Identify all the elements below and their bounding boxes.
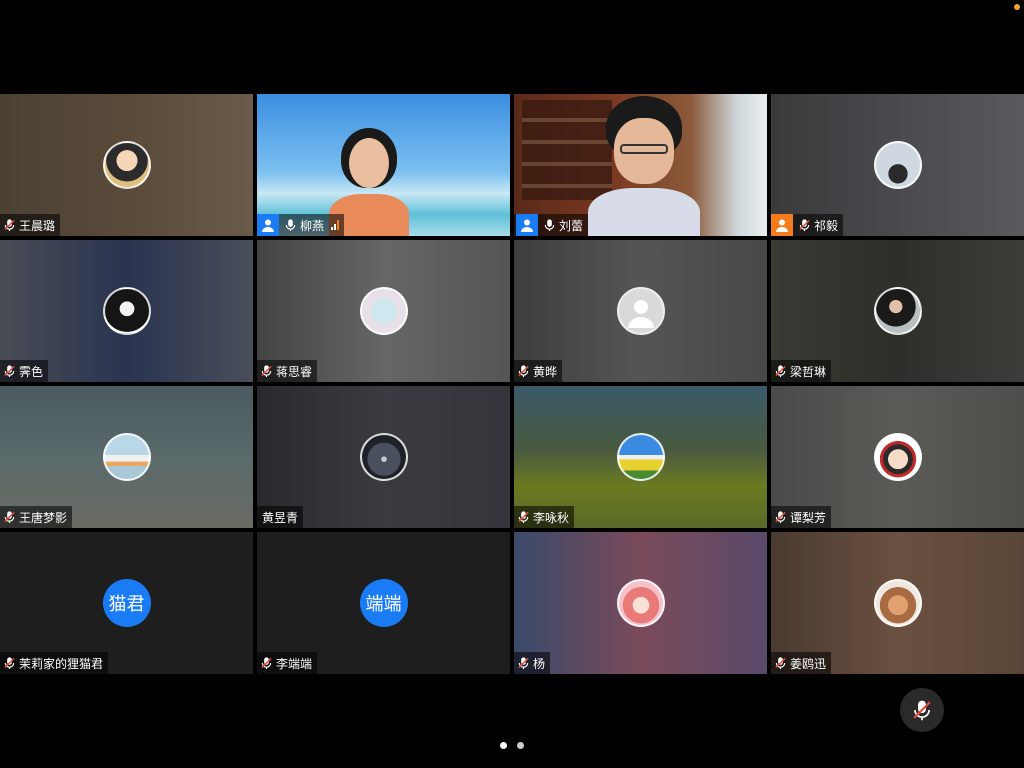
person-placeholder-icon <box>627 300 654 328</box>
participant-name: 李咏秋 <box>533 510 570 525</box>
participant-label: 梁哲琳 <box>771 360 832 382</box>
page-dot-1[interactable] <box>500 742 507 749</box>
participant-tile[interactable]: 柳燕 <box>257 94 510 236</box>
participant-tile[interactable]: 端端 李端端 <box>257 532 510 674</box>
mic-icon <box>285 219 296 232</box>
participant-name: 柳燕 <box>300 218 325 233</box>
mic-muted-icon <box>4 657 15 670</box>
mic-muted-icon <box>4 365 15 378</box>
mic-muted-icon <box>518 365 529 378</box>
participant-avatar <box>873 579 922 627</box>
participant-tile[interactable]: 黄昱青 <box>257 386 510 528</box>
participant-avatar <box>616 433 665 481</box>
self-mute-button[interactable] <box>900 688 944 732</box>
participant-label: 茉莉家的狸猫君 <box>0 652 109 674</box>
participant-tile-speaking[interactable]: 刘蕾 <box>514 94 767 236</box>
participant-avatar <box>359 287 408 335</box>
participant-tile[interactable]: 姜鸥迅 <box>771 532 1024 674</box>
participant-grid: 王晨璐 柳燕 刘蕾 祁毅 霁色 蒋思睿 黄晔 梁哲琳 王唐梦影 黄昱青 李咏秋 … <box>0 94 1024 674</box>
participant-label: 柳燕 <box>257 214 345 236</box>
participant-name: 杨 <box>533 656 546 671</box>
participant-label: 王晨璐 <box>0 214 61 236</box>
page-dot-2[interactable] <box>517 742 524 749</box>
participant-tile[interactable]: 祁毅 <box>771 94 1024 236</box>
participant-avatar <box>359 433 408 481</box>
participant-label: 杨 <box>514 652 551 674</box>
participant-label: 霁色 <box>0 360 49 382</box>
participant-name: 霁色 <box>19 364 44 379</box>
participant-label: 李端端 <box>257 652 318 674</box>
mic-muted-icon <box>775 657 786 670</box>
mic-muted-icon <box>4 511 15 524</box>
participant-name: 王唐梦影 <box>19 510 68 525</box>
host-badge <box>516 214 538 236</box>
participant-label: 李咏秋 <box>514 506 575 528</box>
participant-name: 蒋思睿 <box>276 364 313 379</box>
host-badge <box>257 214 279 236</box>
participant-label: 黄昱青 <box>257 506 304 528</box>
participant-name: 姜鸥迅 <box>790 656 827 671</box>
participant-label: 蒋思睿 <box>257 360 318 382</box>
participant-label: 姜鸥迅 <box>771 652 832 674</box>
participant-tile[interactable]: 王晨璐 <box>0 94 253 236</box>
person-icon <box>776 219 788 232</box>
participant-tile[interactable]: 猫君 茉莉家的狸猫君 <box>0 532 253 674</box>
mic-muted-icon <box>775 365 786 378</box>
participant-name: 黄昱青 <box>262 510 299 525</box>
mic-muted-icon <box>261 657 272 670</box>
participant-name: 李端端 <box>276 656 313 671</box>
participant-name: 王晨璐 <box>19 218 56 233</box>
text-avatar: 端端 <box>359 579 408 627</box>
person-icon <box>262 219 274 232</box>
mic-muted-icon <box>518 657 529 670</box>
default-avatar <box>616 287 665 335</box>
mic-muted-icon <box>4 219 15 232</box>
cohost-badge <box>771 214 793 236</box>
participant-label: 王唐梦影 <box>0 506 73 528</box>
participant-avatar <box>102 287 151 335</box>
participant-label: 谭梨芳 <box>771 506 832 528</box>
participant-avatar <box>873 433 922 481</box>
participant-avatar <box>102 141 151 189</box>
mic-muted-icon <box>799 219 810 232</box>
text-avatar: 猫君 <box>102 579 151 627</box>
participant-label: 刘蕾 <box>514 214 589 236</box>
status-indicator-dot <box>1014 4 1020 10</box>
person-icon <box>521 219 533 232</box>
participant-tile[interactable]: 蒋思睿 <box>257 240 510 382</box>
participant-name: 刘蕾 <box>559 218 584 233</box>
participant-avatar <box>873 287 922 335</box>
participant-tile[interactable]: 梁哲琳 <box>771 240 1024 382</box>
participant-name: 茉莉家的狸猫君 <box>19 656 104 671</box>
participant-name: 梁哲琳 <box>790 364 827 379</box>
participant-label: 祁毅 <box>771 214 844 236</box>
participant-avatar <box>616 579 665 627</box>
mic-icon <box>544 219 555 232</box>
signal-icon <box>331 220 340 230</box>
participant-tile[interactable]: 李咏秋 <box>514 386 767 528</box>
mic-muted-icon <box>518 511 529 524</box>
participant-label: 黄晔 <box>514 360 563 382</box>
participant-tile[interactable]: 黄晔 <box>514 240 767 382</box>
page-indicator <box>0 742 1024 749</box>
participant-name: 谭梨芳 <box>790 510 827 525</box>
mic-muted-icon <box>261 365 272 378</box>
participant-name: 祁毅 <box>814 218 839 233</box>
participant-avatar <box>873 141 922 189</box>
participant-tile[interactable]: 霁色 <box>0 240 253 382</box>
participant-tile[interactable]: 杨 <box>514 532 767 674</box>
mic-muted-icon <box>775 511 786 524</box>
mic-muted-icon <box>913 700 931 721</box>
participant-avatar <box>102 433 151 481</box>
participant-tile[interactable]: 王唐梦影 <box>0 386 253 528</box>
participant-tile[interactable]: 谭梨芳 <box>771 386 1024 528</box>
participant-name: 黄晔 <box>533 364 558 379</box>
